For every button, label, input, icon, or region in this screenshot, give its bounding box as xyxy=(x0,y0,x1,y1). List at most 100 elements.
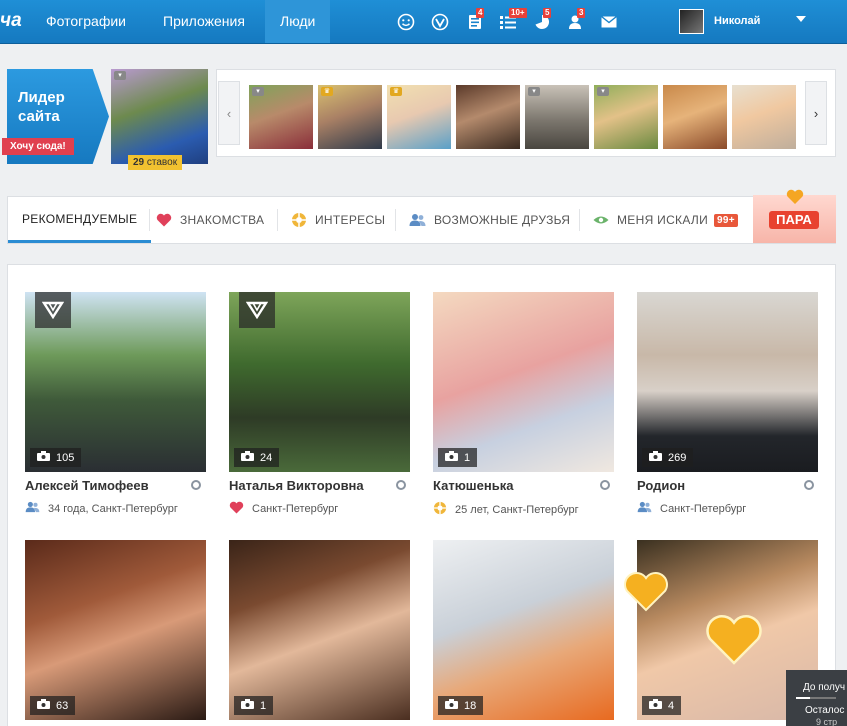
tab-possible-friends-label: Возможные друзья xyxy=(434,213,571,227)
chevron-down-icon[interactable] xyxy=(796,16,806,22)
tab-searched-me[interactable]: Меня искали 99+ xyxy=(593,197,738,243)
tab-recommended-label: Рекомендуемые xyxy=(22,211,138,226)
camera-icon xyxy=(37,451,50,464)
people-icon xyxy=(25,501,40,516)
guests-icon[interactable]: 4 xyxy=(465,8,485,32)
leader-photo[interactable]: ▾ xyxy=(111,69,208,164)
person-info-text: Санкт-Петербург xyxy=(660,502,747,515)
photo-count-value: 269 xyxy=(668,451,687,464)
person-photo[interactable]: 18 xyxy=(433,540,614,720)
person-photo[interactable]: 269 xyxy=(637,292,818,472)
smiley-icon[interactable] xyxy=(396,12,416,32)
leader-bids-count: 29 xyxy=(133,157,145,168)
para-banner[interactable]: ПАРА xyxy=(753,189,836,243)
events-icon[interactable]: 10+ xyxy=(498,8,527,32)
person-name[interactable]: Катюшенька xyxy=(433,478,513,493)
friends-icon[interactable]: 3 xyxy=(566,8,586,32)
vip-icon[interactable] xyxy=(430,12,450,32)
tab-dating-label: Знакомства xyxy=(180,213,265,227)
tab-recommended[interactable]: Рекомендуемые xyxy=(8,197,152,243)
top-navigation-bar: ча Фотографии Приложения Люди 4 10+ 5 3 … xyxy=(0,0,847,44)
gold-crown-icon: ♛ xyxy=(390,87,402,96)
leader-bids-word: ставок xyxy=(146,157,178,168)
vip-icon xyxy=(239,292,275,328)
site-logo[interactable]: ча xyxy=(0,10,22,32)
tab-divider xyxy=(579,209,580,231)
person-photo[interactable]: 24 xyxy=(229,292,410,472)
tab-interests-label: Интересы xyxy=(315,213,386,227)
people-tabs: Рекомендуемые Знакомства Интересы Возмож… xyxy=(7,196,836,244)
user-avatar[interactable] xyxy=(679,9,704,34)
messages-icon[interactable] xyxy=(599,12,619,32)
person-photo[interactable]: 63 xyxy=(25,540,206,720)
people-icon xyxy=(637,501,652,516)
online-status-icon xyxy=(396,480,406,490)
strip-thumb[interactable]: ▾ xyxy=(594,85,658,149)
leader-cta-button[interactable]: Хочу сюда! xyxy=(2,138,74,155)
person-name[interactable]: Алексей Тимофеев xyxy=(25,478,149,493)
person-photo[interactable]: 1 xyxy=(433,292,614,472)
notifications-badge: 5 xyxy=(543,8,552,18)
photo-count: 269 xyxy=(642,448,694,467)
popup-line-1: До получ xyxy=(803,682,846,693)
camera-icon xyxy=(241,699,254,712)
tab-interests[interactable]: Интересы xyxy=(291,197,385,243)
corner-progress-popup[interactable]: До получ Осталос 9 стр xyxy=(786,670,847,726)
nav-people-link[interactable]: Люди xyxy=(265,0,331,43)
searched-me-badge: 99+ xyxy=(714,213,738,227)
tab-dating[interactable]: Знакомства xyxy=(156,197,264,243)
heart-icon xyxy=(156,213,172,227)
online-status-icon xyxy=(600,480,610,490)
nav-photos-link[interactable]: Фотографии xyxy=(46,0,126,43)
heart-icon xyxy=(624,571,668,612)
person-info: Санкт-Петербург xyxy=(637,501,746,516)
vip-crown-icon: ▾ xyxy=(252,87,264,96)
people-icon xyxy=(409,213,426,227)
vip-crown-icon: ▾ xyxy=(597,87,609,96)
person-name[interactable]: Родион xyxy=(637,478,685,493)
photo-count: 1 xyxy=(234,696,274,715)
para-banner-label: ПАРА xyxy=(769,211,819,229)
interests-icon xyxy=(433,501,447,518)
strip-thumb[interactable] xyxy=(663,85,727,149)
photo-count: 18 xyxy=(438,696,484,715)
nav-apps-link[interactable]: Приложения xyxy=(163,0,245,43)
camera-icon xyxy=(445,451,458,464)
photo-count-value: 4 xyxy=(668,699,675,712)
strip-thumb[interactable] xyxy=(456,85,520,149)
gold-crown-icon: ♛ xyxy=(321,87,333,96)
person-name[interactable]: Наталья Викторовна xyxy=(229,478,364,493)
person-info-text: Санкт-Петербург xyxy=(252,503,339,515)
user-name[interactable]: Николай xyxy=(714,15,760,27)
person-photo[interactable]: 105 xyxy=(25,292,206,472)
eye-icon xyxy=(593,215,609,225)
person-info: 25 лет, Санкт-Петербург xyxy=(433,501,579,518)
heart-icon xyxy=(786,189,804,208)
strip-next-button[interactable]: › xyxy=(805,81,827,145)
vip-crown-icon: ▾ xyxy=(114,71,126,80)
popup-progress-bar xyxy=(796,697,836,699)
leader-bids-badge: 29 ставок xyxy=(128,155,183,170)
photo-count: 24 xyxy=(234,448,280,467)
strip-thumb[interactable]: ▾ xyxy=(525,85,589,149)
strip-thumb[interactable] xyxy=(732,85,796,149)
person-photo[interactable]: 1 xyxy=(229,540,410,720)
events-badge: 10+ xyxy=(509,8,527,18)
photo-count-value: 18 xyxy=(464,699,477,712)
camera-icon xyxy=(649,451,662,464)
camera-icon xyxy=(37,699,50,712)
person-info: Санкт-Петербург xyxy=(229,501,338,517)
photo-count-value: 105 xyxy=(56,451,75,464)
strip-thumb[interactable]: ♛ xyxy=(387,85,451,149)
friends-badge: 3 xyxy=(577,8,586,18)
camera-icon xyxy=(445,699,458,712)
strip-thumb[interactable]: ▾ xyxy=(249,85,313,149)
strip-thumb[interactable]: ♛ xyxy=(318,85,382,149)
strip-prev-button[interactable]: ‹ xyxy=(218,81,240,145)
notifications-icon[interactable]: 5 xyxy=(532,8,552,32)
photo-count-value: 63 xyxy=(56,699,69,712)
tab-possible-friends[interactable]: Возможные друзья xyxy=(409,197,570,243)
tab-divider xyxy=(277,209,278,231)
photo-count-value: 1 xyxy=(464,451,471,464)
photo-count-value: 24 xyxy=(260,451,273,464)
